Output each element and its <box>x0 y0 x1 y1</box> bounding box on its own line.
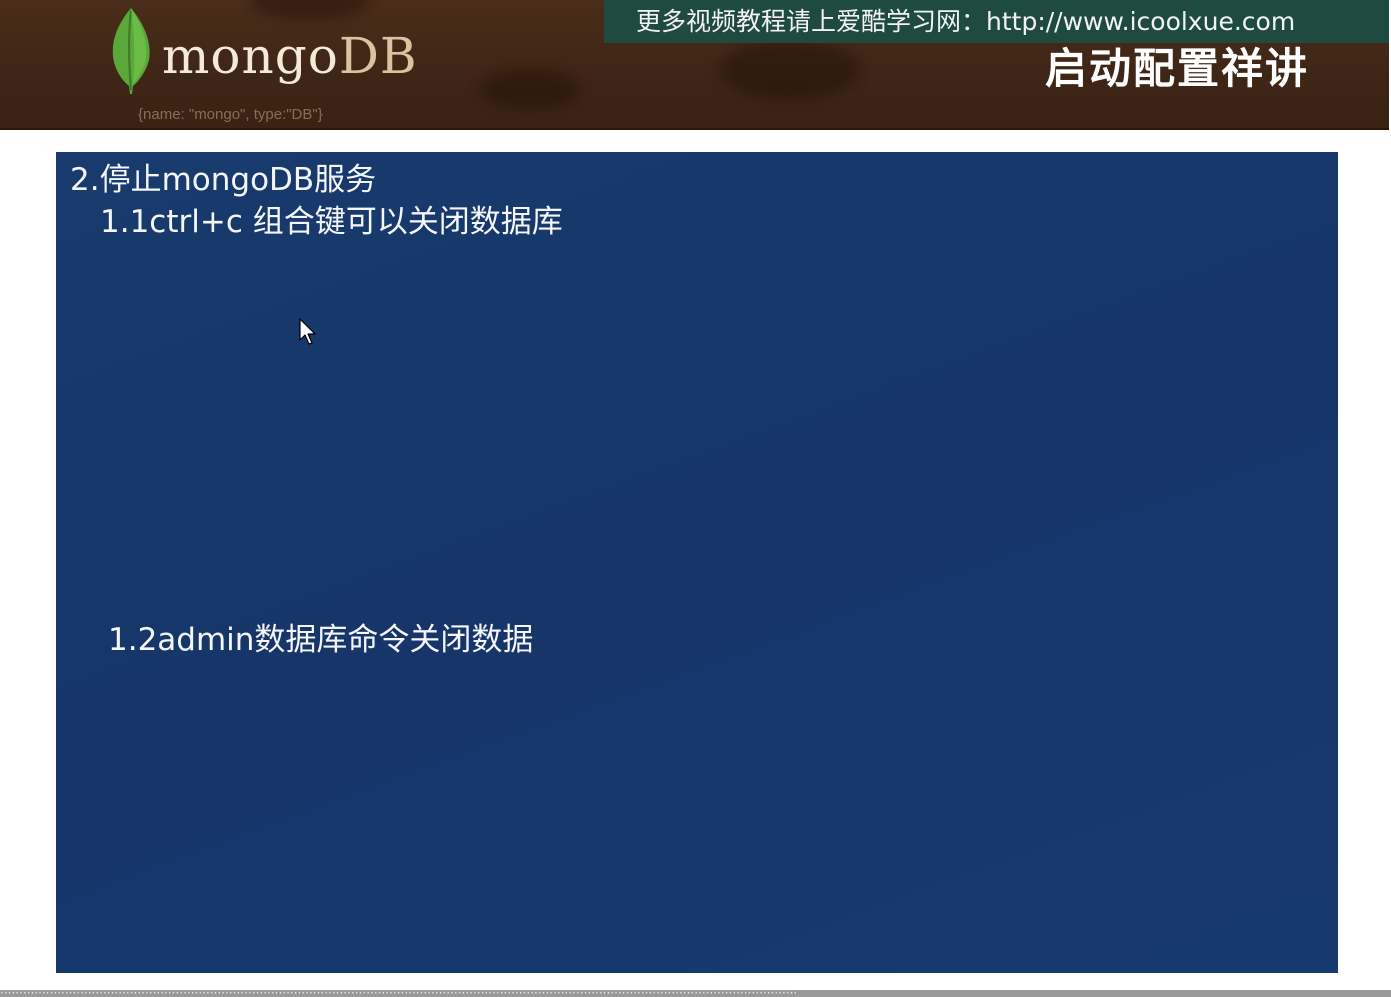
mongodb-logo: mongoDB {name: "mongo", type:"DB"} <box>108 6 438 126</box>
header-texture <box>720 40 860 100</box>
bullet-item-2: 1.2admin数据库命令关闭数据 <box>108 622 534 658</box>
slide-header: mongoDB {name: "mongo", type:"DB"} 更多视频教… <box>0 0 1389 130</box>
footer-text: ········································… <box>0 990 798 997</box>
logo-word-mongo: mongo <box>162 27 339 85</box>
logo-wordmark: mongoDB <box>162 26 418 86</box>
mongodb-leaf-icon <box>112 8 150 94</box>
header-texture <box>480 70 580 110</box>
logo-tagline: {name: "mongo", type:"DB"} <box>138 106 323 123</box>
slide-title: 启动配置祥讲 <box>1044 44 1309 93</box>
logo-word-db: DB <box>338 27 418 85</box>
slide-content: 2.停止mongoDB服务 1.1ctrl+c 组合键可以关闭数据库 1.2ad… <box>56 152 1338 973</box>
section-heading: 2.停止mongoDB服务 <box>70 162 377 198</box>
mouse-cursor-icon <box>299 318 316 345</box>
footer-strip: ········································… <box>0 990 1391 997</box>
site-banner: 更多视频教程请上爱酷学习网：http://www.icoolxue.com <box>604 0 1389 43</box>
bullet-item-1: 1.1ctrl+c 组合键可以关闭数据库 <box>100 204 563 240</box>
